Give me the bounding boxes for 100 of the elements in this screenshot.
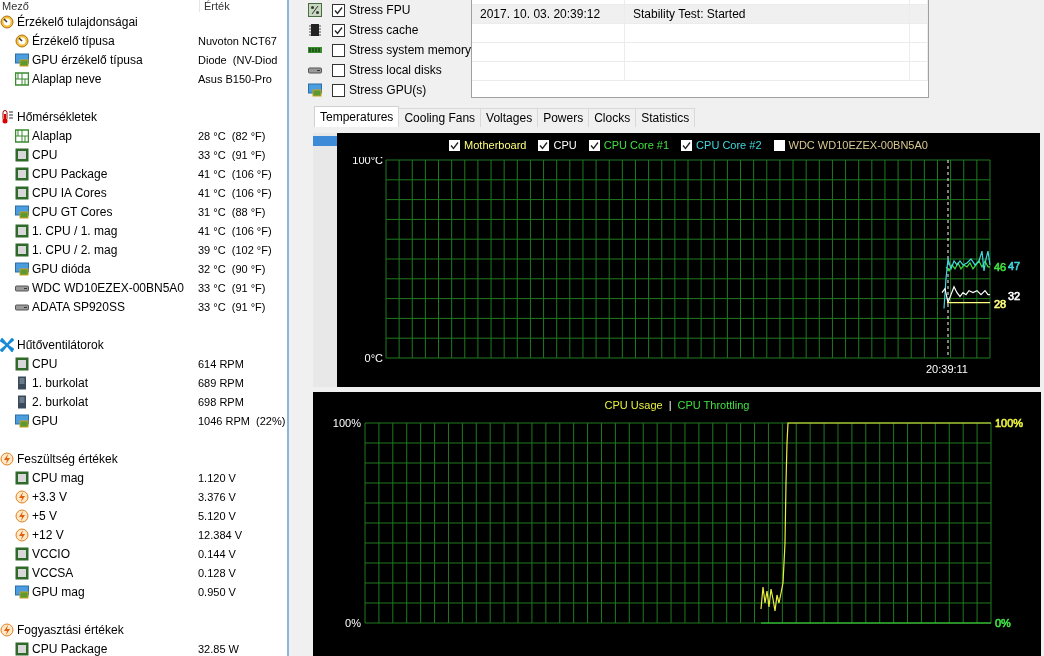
sensor-value: 1.120 V xyxy=(198,471,237,484)
checkbox[interactable] xyxy=(538,139,550,151)
sensor-name[interactable]: 1. CPU / 1. mag xyxy=(32,223,118,238)
sensor-value: 41 °C (106 °F) xyxy=(198,167,273,180)
tower-icon xyxy=(15,375,29,390)
chip-icon xyxy=(15,546,29,561)
sensor-value: 41 °C (106 °F) xyxy=(198,186,273,199)
sensor-value: 41 °C (106 °F) xyxy=(198,224,273,237)
group-label[interactable]: Hűtőventilátorok xyxy=(17,337,104,352)
checkbox[interactable] xyxy=(332,63,345,77)
sensor-value: 12.384 V xyxy=(198,528,244,541)
sensor-value: 33 °C (91 °F) xyxy=(198,281,267,294)
monitor-icon xyxy=(308,83,322,97)
checkbox-label[interactable]: Stress cache xyxy=(349,23,419,37)
sensor-name[interactable]: GPU mag xyxy=(32,584,85,599)
chip-icon xyxy=(15,147,29,162)
checkbox-label[interactable]: Stress local disks xyxy=(349,63,442,77)
axis-label: 100% xyxy=(995,418,1024,429)
percent-icon xyxy=(308,3,322,17)
tab[interactable]: Statistics xyxy=(635,108,696,127)
sensor-value: 698 RPM xyxy=(198,395,245,408)
tab[interactable]: Cooling Fans xyxy=(398,108,482,127)
monitor-icon xyxy=(15,261,29,276)
monitor-icon xyxy=(15,52,29,67)
group-label[interactable]: Feszültség értékek xyxy=(17,451,118,466)
sensor-name[interactable]: Érzékelő típusa xyxy=(32,33,115,48)
chip-icon xyxy=(15,565,29,580)
fan-icon xyxy=(0,337,14,352)
scroll-marker[interactable] xyxy=(313,136,337,146)
temperature-reading: 46 xyxy=(994,261,1007,273)
circuit-board-icon xyxy=(15,128,29,143)
sensor-name[interactable]: VCCSA xyxy=(32,565,74,580)
sensor-value: 39 °C (102 °F) xyxy=(198,243,273,256)
tab[interactable]: Voltages xyxy=(480,108,539,127)
lightning-icon xyxy=(15,527,29,542)
chip-icon xyxy=(15,470,29,485)
chip-icon xyxy=(15,356,29,371)
checkbox-label[interactable]: Stress system memory xyxy=(349,43,471,57)
sensor-name[interactable]: GPU érzékelő típusa xyxy=(32,52,143,67)
circuit-board-icon xyxy=(15,71,29,86)
sensor-name[interactable]: +3.3 V xyxy=(32,489,68,504)
lightning-icon xyxy=(15,508,29,523)
checkbox[interactable] xyxy=(332,83,345,97)
sensor-name[interactable]: 2. burkolat xyxy=(32,394,89,409)
checkbox[interactable] xyxy=(332,3,345,17)
sensor-name[interactable]: 1. CPU / 2. mag xyxy=(32,242,118,257)
sensor-name[interactable]: +5 V xyxy=(32,508,58,523)
checkbox-label[interactable]: Stress FPU xyxy=(349,3,411,17)
sensor-name[interactable]: CPU Package xyxy=(32,166,108,181)
sensor-name[interactable]: CPU xyxy=(32,147,58,162)
gauge-icon xyxy=(15,33,29,48)
legend-label[interactable]: CPU Core #2 xyxy=(696,139,762,151)
tab[interactable]: Temperatures xyxy=(314,106,400,127)
checkbox[interactable] xyxy=(332,23,345,37)
sensor-name[interactable]: ADATA SP920SS xyxy=(32,299,125,314)
sensor-name[interactable]: CPU GT Cores xyxy=(32,204,113,219)
checkbox[interactable] xyxy=(449,139,461,151)
sensor-name[interactable]: GPU dióda xyxy=(32,261,91,276)
sensor-value: Nuvoton NCT67 xyxy=(198,34,278,47)
sensor-name[interactable]: CPU Package xyxy=(32,641,108,656)
legend-label[interactable]: WDC WD10EZEX-00BN5A0 xyxy=(788,139,928,151)
sensor-name[interactable]: CPU IA Cores xyxy=(32,185,107,200)
sensor-name[interactable]: GPU xyxy=(32,413,58,428)
axis-label: 100°C xyxy=(352,157,383,166)
sensor-value: 0.144 V xyxy=(198,547,237,560)
sensor-value: 1046 RPM (22%) xyxy=(198,414,287,427)
sensor-value: 0.128 V xyxy=(198,566,237,579)
checkbox[interactable] xyxy=(681,139,693,151)
sensor-name[interactable]: WDC WD10EZEX-00BN5A0 xyxy=(32,280,185,295)
checkbox[interactable] xyxy=(588,139,600,151)
column-header[interactable]: Mező xyxy=(0,0,200,12)
chip-icon xyxy=(15,166,29,181)
legend-label: CPU Throttling xyxy=(677,399,750,411)
lightning-icon xyxy=(0,622,14,637)
sensor-value: 5.120 V xyxy=(198,509,237,522)
legend-label[interactable]: Motherboard xyxy=(464,139,527,151)
sensor-value: 3.376 V xyxy=(198,490,237,503)
sensor-value: 32.85 W xyxy=(198,642,240,655)
sensor-name[interactable]: 1. burkolat xyxy=(32,375,89,390)
monitor-icon xyxy=(15,204,29,219)
sensor-name[interactable]: CPU mag xyxy=(32,470,84,485)
checkbox[interactable] xyxy=(332,43,345,57)
group-label[interactable]: Hőmérsékletek xyxy=(17,109,98,124)
sensor-name[interactable]: CPU xyxy=(32,356,58,371)
column-header[interactable]: Érték xyxy=(200,0,287,12)
sensor-value: Asus B150-Pro xyxy=(198,72,273,85)
chip-icon xyxy=(15,223,29,238)
checkbox-label[interactable]: Stress GPU(s) xyxy=(349,83,427,97)
legend-label[interactable]: CPU Core #1 xyxy=(603,139,670,151)
sensor-name[interactable]: +12 V xyxy=(32,527,64,542)
sensor-value: 33 °C (91 °F) xyxy=(198,148,267,161)
legend-label[interactable]: CPU xyxy=(553,139,577,151)
group-label[interactable]: Érzékelő tulajdonságai xyxy=(17,14,138,29)
sensor-name[interactable]: Alaplap neve xyxy=(32,71,102,86)
sensor-name[interactable]: Alaplap xyxy=(32,128,73,143)
checkbox[interactable] xyxy=(773,139,785,151)
sensor-name[interactable]: VCCIO xyxy=(32,546,70,561)
group-label[interactable]: Fogyasztási értékek xyxy=(17,622,124,637)
axis-label: 100% xyxy=(332,418,361,429)
chip-icon xyxy=(15,641,29,656)
